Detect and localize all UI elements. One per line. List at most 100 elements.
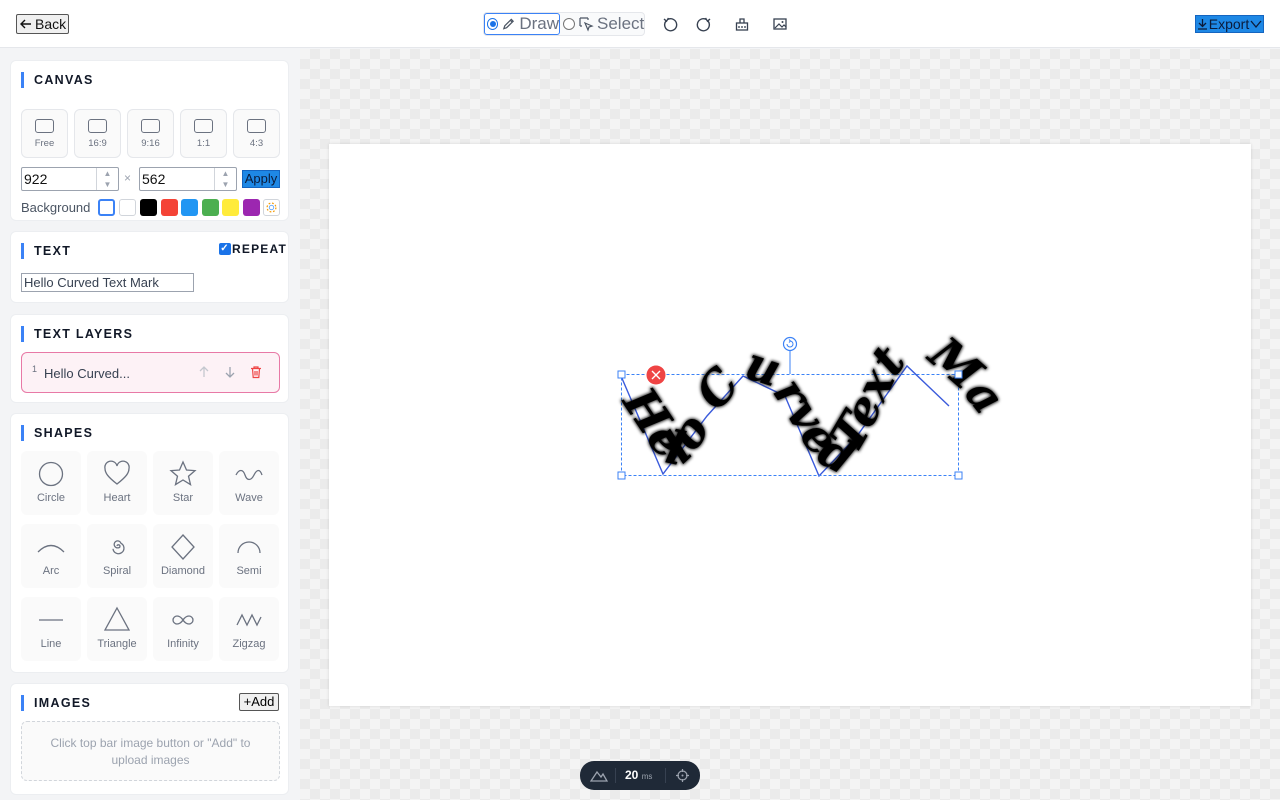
shape-semi-button[interactable]: Semi bbox=[219, 524, 279, 588]
swatch-purple[interactable] bbox=[243, 199, 260, 216]
shape-circle-button[interactable]: Circle bbox=[21, 451, 81, 515]
resize-handle-bottom-left[interactable] bbox=[617, 471, 626, 480]
shape-diamond-button[interactable]: Diamond bbox=[153, 524, 213, 588]
shape-label: Line bbox=[40, 638, 62, 650]
ratio-16-9-button[interactable]: 16:9 bbox=[74, 109, 121, 158]
chevron-down-icon[interactable]: ▼ bbox=[215, 179, 236, 190]
crosshair-icon[interactable] bbox=[675, 768, 690, 783]
ratio-shape-icon bbox=[247, 119, 266, 133]
draw-radio[interactable] bbox=[487, 18, 499, 30]
height-value: 562 bbox=[142, 171, 166, 187]
select-label: Select bbox=[597, 14, 645, 33]
text-layers-title: TEXT LAYERS bbox=[21, 326, 133, 342]
shape-triangle-button[interactable]: Triangle bbox=[87, 597, 147, 661]
trash-icon[interactable] bbox=[249, 365, 263, 379]
back-button[interactable]: Back bbox=[16, 14, 70, 34]
frame-time-value: 20 bbox=[625, 768, 639, 782]
chevron-down-icon[interactable]: ▼ bbox=[97, 179, 118, 190]
shape-wave-button[interactable]: Wave bbox=[219, 451, 279, 515]
chevron-up-icon[interactable]: ▲ bbox=[97, 168, 118, 179]
shape-arc-button[interactable]: Arc bbox=[21, 524, 81, 588]
spiral-icon bbox=[112, 540, 125, 555]
images-card: IMAGES +Add Click top bar image button o… bbox=[10, 683, 289, 795]
infinity-icon bbox=[172, 615, 194, 625]
custom-color-picker-icon[interactable] bbox=[263, 199, 280, 216]
export-label: Export bbox=[1208, 16, 1250, 32]
draw-mode-option[interactable]: Draw bbox=[484, 13, 560, 35]
resize-handle-top-right[interactable] bbox=[954, 370, 963, 379]
background-label: Background bbox=[21, 200, 91, 215]
text-layer-item[interactable]: 1 Hello Curved... bbox=[21, 352, 280, 393]
shape-heart-button[interactable]: Heart bbox=[87, 451, 147, 515]
shape-label: Star bbox=[172, 492, 194, 504]
shape-zigzag-button[interactable]: Zigzag bbox=[219, 597, 279, 661]
frame-time-unit: ms bbox=[641, 772, 653, 781]
add-label: Add bbox=[251, 694, 275, 709]
line-icon bbox=[39, 619, 63, 621]
ratio-label: 9:16 bbox=[141, 138, 160, 149]
render-stats-pill: 20 ms bbox=[580, 761, 700, 790]
repeat-toggle[interactable]: ✓ REPEAT bbox=[219, 242, 287, 256]
wave-icon bbox=[235, 469, 263, 481]
back-label: Back bbox=[35, 16, 67, 32]
canvas-width-input[interactable]: 922 ▲ ▼ bbox=[21, 167, 119, 191]
shape-label: Heart bbox=[103, 492, 131, 504]
swatch-black[interactable] bbox=[140, 199, 157, 216]
redo-icon[interactable] bbox=[696, 16, 712, 32]
undo-icon[interactable] bbox=[662, 16, 678, 32]
repeat-checkbox[interactable]: ✓ bbox=[219, 243, 231, 255]
ratio-9-16-button[interactable]: 9:16 bbox=[127, 109, 174, 158]
select-mode-option[interactable]: Select bbox=[561, 13, 644, 35]
text-input[interactable]: Hello Curved Text Mark bbox=[21, 273, 194, 292]
ratio-free-button[interactable]: Free bbox=[21, 109, 68, 158]
pencil-icon bbox=[503, 18, 515, 30]
text-layers-card: TEXT LAYERS 1 Hello Curved... bbox=[10, 314, 289, 403]
shape-line-button[interactable]: Line bbox=[21, 597, 81, 661]
sidebar: CANVAS Free 16:9 9:16 1:1 4:3 922 ▲ ▼ × 5… bbox=[0, 49, 300, 800]
export-button[interactable]: Export bbox=[1195, 15, 1264, 33]
zigzag-icon bbox=[236, 613, 262, 627]
shape-spiral-button[interactable]: Spiral bbox=[87, 524, 147, 588]
image-drop-zone[interactable]: Click top bar image button or "Add" to u… bbox=[21, 721, 280, 781]
shape-infinity-button[interactable]: Infinity bbox=[153, 597, 213, 661]
canvas-card: CANVAS Free 16:9 9:16 1:1 4:3 922 ▲ ▼ × 5… bbox=[10, 60, 289, 221]
resize-handle-bottom-right[interactable] bbox=[954, 471, 963, 480]
stats-divider bbox=[665, 768, 666, 783]
text-card-title: TEXT bbox=[21, 243, 71, 259]
delete-selection-icon[interactable] bbox=[646, 365, 666, 385]
height-stepper[interactable]: ▲ ▼ bbox=[214, 168, 236, 190]
swatch-green[interactable] bbox=[202, 199, 219, 216]
shape-label: Zigzag bbox=[232, 638, 266, 650]
stats-divider bbox=[615, 768, 616, 783]
arrow-up-icon[interactable] bbox=[197, 365, 211, 379]
shape-label: Diamond bbox=[160, 565, 206, 577]
resize-handle-top-left[interactable] bbox=[617, 370, 626, 379]
swatch-blue[interactable] bbox=[181, 199, 198, 216]
swatch-yellow[interactable] bbox=[222, 199, 239, 216]
artboard[interactable]: Hello Curved Text Mark Hello Curved Text… bbox=[301, 100, 1251, 706]
ratio-4-3-button[interactable]: 4:3 bbox=[233, 109, 280, 158]
width-stepper[interactable]: ▲ ▼ bbox=[96, 168, 118, 190]
ratio-1-1-button[interactable]: 1:1 bbox=[180, 109, 227, 158]
heart-icon bbox=[104, 460, 130, 485]
add-image-button[interactable]: +Add bbox=[239, 693, 279, 711]
apply-size-button[interactable]: Apply bbox=[242, 170, 280, 188]
arrow-down-icon[interactable] bbox=[223, 365, 237, 379]
swatch-white-selected[interactable] bbox=[98, 199, 115, 216]
swatch-red[interactable] bbox=[161, 199, 178, 216]
rotate-handle-icon[interactable] bbox=[782, 336, 798, 352]
canvas-height-input[interactable]: 562 ▲ ▼ bbox=[139, 167, 237, 191]
shape-label: Wave bbox=[235, 492, 263, 504]
ratio-shape-icon bbox=[141, 119, 160, 133]
shapes-card-title: SHAPES bbox=[21, 425, 93, 441]
select-radio[interactable] bbox=[563, 18, 575, 30]
image-icon[interactable] bbox=[772, 16, 788, 32]
text-card: TEXT ✓ REPEAT Hello Curved Text Mark bbox=[10, 231, 289, 303]
chevron-up-icon[interactable]: ▲ bbox=[215, 168, 236, 179]
swatch-white[interactable] bbox=[119, 199, 136, 216]
shape-star-button[interactable]: Star bbox=[153, 451, 213, 515]
curved-text[interactable]: Hello Curved Text Mark Hello Curved Text… bbox=[302, 101, 1016, 485]
clear-icon[interactable] bbox=[734, 16, 750, 32]
select-cursor-icon bbox=[579, 17, 594, 32]
draw-label: Draw bbox=[519, 14, 559, 33]
